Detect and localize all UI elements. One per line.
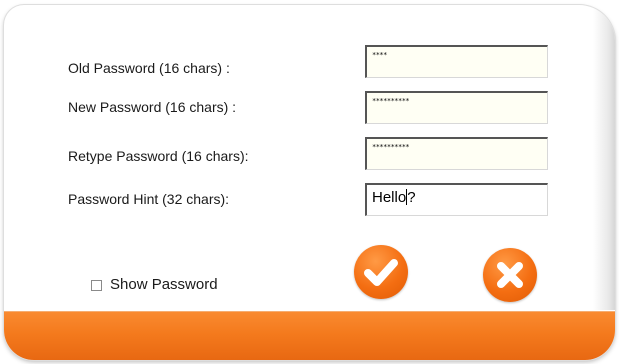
password-hint-label: Password Hint (32 chars):: [68, 191, 230, 207]
bottom-accent-bar: [4, 311, 615, 360]
show-password-label[interactable]: Show Password: [110, 276, 218, 293]
old-password-value: ****: [372, 51, 387, 59]
retype-password-field[interactable]: **********: [365, 137, 548, 170]
password-hint-field[interactable]: Hello?: [365, 183, 548, 216]
password-hint-value: Hello: [372, 189, 407, 206]
show-password-checkbox[interactable]: [91, 280, 102, 291]
confirm-button[interactable]: [354, 245, 408, 299]
old-password-field[interactable]: ****: [365, 45, 548, 78]
cancel-button[interactable]: [483, 248, 537, 302]
x-icon: [497, 262, 523, 288]
new-password-field[interactable]: **********: [365, 91, 548, 124]
password-hint-value-after-caret: ?: [407, 189, 416, 206]
retype-password-label: Retype Password (16 chars):: [68, 148, 249, 164]
new-password-value: **********: [372, 97, 410, 105]
new-password-label: New Password (16 chars) :: [68, 99, 237, 115]
panel-edge-shading: [593, 5, 615, 310]
checkmark-icon: [364, 259, 398, 286]
retype-password-value: **********: [372, 143, 410, 151]
old-password-label: Old Password (16 chars) :: [68, 60, 230, 76]
